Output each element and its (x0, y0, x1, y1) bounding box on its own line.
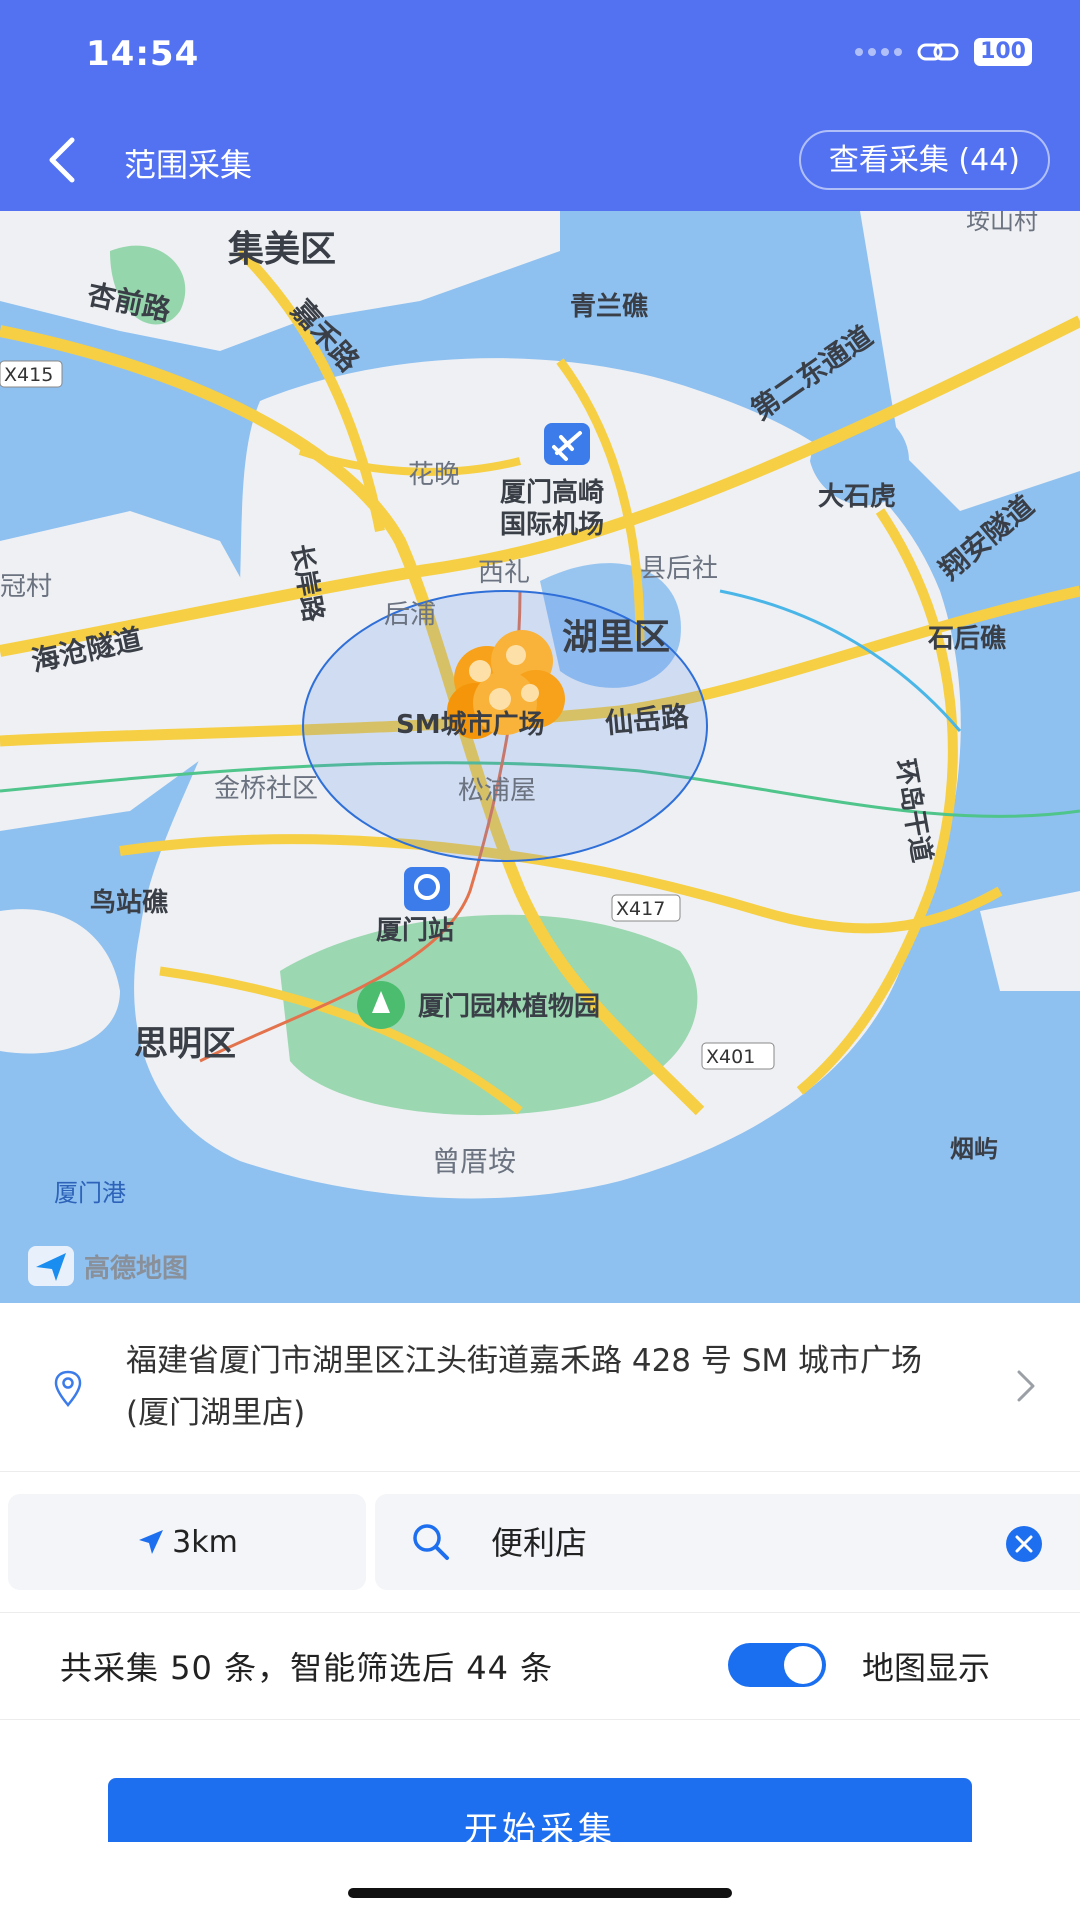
search-keyword: 便利店 (491, 1524, 588, 1562)
battery-indicator: 100 (974, 38, 1032, 66)
road-badge-x415: X415 (0, 360, 63, 388)
park-icon (357, 981, 405, 1029)
map-label-yanyu: 烟屿 (950, 1135, 998, 1163)
map-label-xianhoushe: 县后社 (640, 554, 718, 584)
map-label-dashihu: 大石虎 (818, 482, 896, 512)
map-label-huli: 湖里区 (562, 617, 670, 658)
link-icon (917, 43, 959, 61)
search-icon (413, 1524, 449, 1560)
collection-summary: 共采集 50 条，智能筛选后 44 条 (60, 1649, 554, 1687)
page-title: 范围采集 (124, 146, 253, 184)
range-value: 3km (172, 1524, 238, 1560)
collection-summary-row: 共采集 50 条，智能筛选后 44 条 地图显示 (0, 1612, 1080, 1720)
map-label-jimei: 集美区 (227, 229, 336, 270)
svg-text:X415: X415 (4, 364, 53, 386)
navigation-arrow-icon (139, 1530, 164, 1554)
app-header: 14:54 100 范围采集 查看采集 (44) (0, 0, 1080, 211)
map-label-songpu: 松浦屋 (458, 776, 536, 806)
map-label-botanical: 厦门园林植物园 (418, 992, 600, 1022)
address-row[interactable]: 福建省厦门市湖里区江头街道嘉禾路 428 号 SM 城市广场 (厦门湖里店) (0, 1303, 1080, 1472)
airport-icon (544, 423, 590, 465)
map-label-jinqiao: 金桥社区 (214, 774, 318, 804)
map-label-huawan: 花晚 (408, 460, 460, 490)
back-arrow-icon[interactable] (42, 132, 82, 188)
map-label-shihouji: 石后礁 (927, 624, 1006, 654)
view-collection-button[interactable]: 查看采集 (44) (798, 130, 1050, 190)
start-collection-label: 开始采集 (464, 1810, 616, 1842)
road-badge-x417: X417 (611, 894, 681, 922)
map-label-siming: 思明区 (134, 1024, 236, 1064)
chevron-right-icon (1017, 1370, 1035, 1402)
toggle-knob (784, 1646, 822, 1684)
map-display-toggle[interactable] (728, 1643, 826, 1687)
keyword-search-input[interactable]: 便利店 (375, 1494, 1080, 1590)
map-label-xiamen-station: 厦门站 (376, 916, 454, 946)
map-label-xili: 西礼 (478, 558, 530, 588)
svg-text:X417: X417 (616, 898, 665, 920)
train-station-icon (404, 867, 450, 911)
svg-text:高德地图: 高德地图 (84, 1253, 188, 1284)
home-indicator (348, 1888, 732, 1898)
status-indicators: 100 (855, 38, 1032, 66)
map-label-xiamen-port: 厦门港 (54, 1179, 126, 1207)
status-time: 14:54 (86, 34, 200, 74)
map-label-sm-plaza: SM城市广场 (396, 709, 545, 740)
map-label-guancun: 冠村 (0, 572, 52, 602)
road-badge-x401: X401 (701, 1042, 775, 1070)
svg-text:X401: X401 (706, 1046, 755, 1068)
signal-icon (855, 48, 903, 56)
map-label-zengcuoan: 曾厝垵 (432, 1145, 516, 1178)
address-text: 福建省厦门市湖里区江头街道嘉禾路 428 号 SM 城市广场 (厦门湖里店) (126, 1343, 923, 1431)
map-label-airport-2: 国际机场 (500, 510, 604, 540)
start-collection-button[interactable]: 开始采集 (108, 1778, 972, 1842)
map-label-lingshancun: 垵山村 (966, 211, 1038, 235)
map-label-qinglan: 青兰礁 (570, 292, 648, 322)
filter-row: 3km 便利店 (0, 1494, 1080, 1590)
range-selector-button[interactable]: 3km (8, 1494, 366, 1590)
map-label-niaozhan: 鸟站礁 (90, 887, 168, 918)
clear-icon[interactable] (1004, 1524, 1044, 1564)
map-view[interactable]: 集美区 杏前路 嘉禾路 青兰礁 第二东通道 厦门高崎 国际机场 大石虎 翔安隧道… (0, 211, 1080, 1303)
map-label-houpu: 后浦 (384, 600, 436, 630)
map-display-label: 地图显示 (862, 1649, 991, 1687)
location-pin-icon (54, 1370, 82, 1407)
map-label-airport-1: 厦门高崎 (500, 477, 604, 508)
